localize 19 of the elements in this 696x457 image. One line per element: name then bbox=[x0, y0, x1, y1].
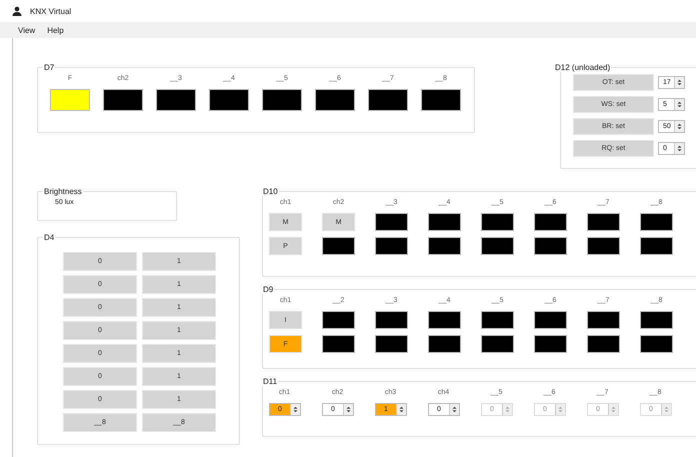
window-title: KNX Virtual bbox=[30, 6, 72, 16]
spin-arrows-icon[interactable] bbox=[674, 143, 684, 154]
menu-item[interactable]: Help bbox=[43, 26, 68, 34]
spin-arrows-icon[interactable] bbox=[396, 404, 406, 415]
spin-arrows-icon[interactable] bbox=[290, 404, 300, 415]
group-title: D7 bbox=[43, 63, 56, 72]
group-title: D11 bbox=[262, 377, 278, 386]
person-icon bbox=[12, 6, 22, 16]
group-title: D12 (unloaded) bbox=[554, 63, 612, 72]
spin-arrows-icon[interactable] bbox=[674, 99, 684, 110]
spin-arrows-icon[interactable] bbox=[343, 404, 353, 415]
group-title: D10 bbox=[262, 187, 279, 196]
group-title: D9 bbox=[262, 285, 274, 294]
spin-arrows-icon[interactable] bbox=[449, 404, 459, 415]
menu-item[interactable]: View bbox=[14, 26, 40, 34]
group-title: D4 bbox=[43, 233, 56, 242]
spin-arrows-icon[interactable] bbox=[674, 77, 684, 88]
spin-arrows-icon[interactable] bbox=[674, 121, 684, 132]
group-title: Brightness bbox=[43, 187, 83, 196]
